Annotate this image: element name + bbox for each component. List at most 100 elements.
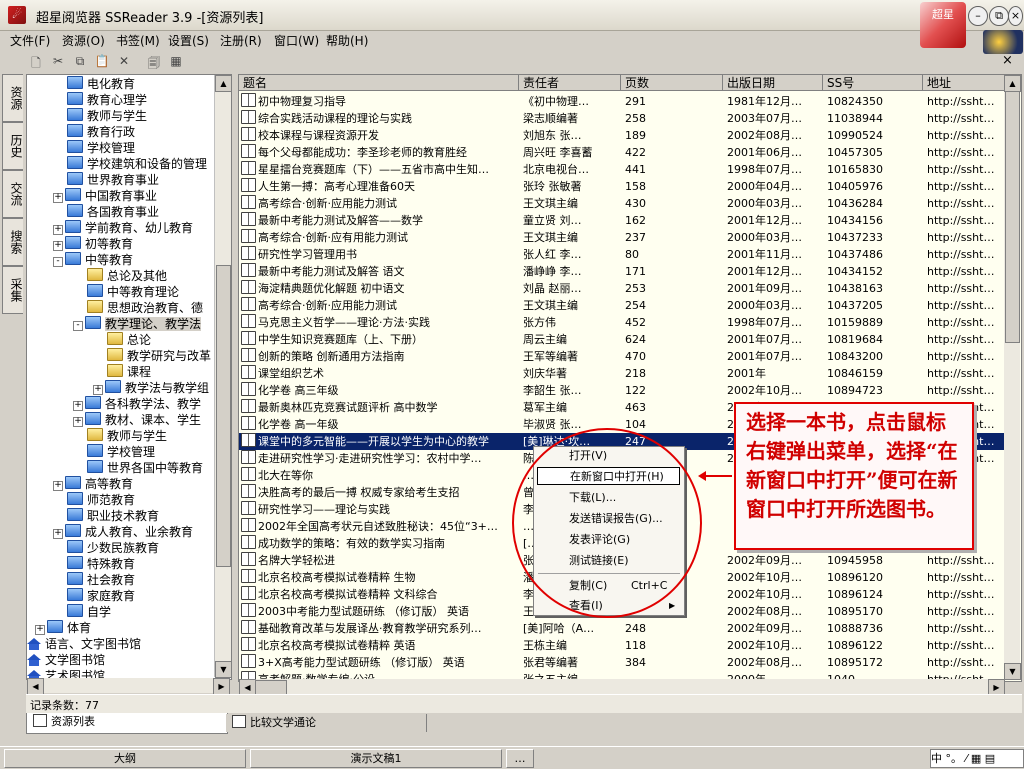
side-tab-resources[interactable]: 资源 [2,74,23,122]
table-row[interactable]: 课堂组织艺术 刘庆华著 218 2001年 10846159 http://ssht… [239,365,1005,382]
tab-resource-list[interactable]: 资源列表 [26,713,228,734]
table-row[interactable]: 人生第一搏：高考心理准备60天 张玲 张敏著 158 2000年04月… 1040597… [239,178,1005,195]
expand-icon[interactable]: + [53,481,63,491]
expand-icon[interactable]: + [53,529,63,539]
tree-item[interactable]: 教师与学生 [87,428,167,444]
collapse-icon[interactable]: - [53,257,63,267]
table-row[interactable]: 综合实践活动课程的理论与实践 梁志顺编著 258 2003年07月… 11038944 h… [239,110,1005,127]
expand-icon[interactable]: + [73,417,83,427]
taskbar-item-outline[interactable]: 大纲 [4,749,246,768]
tree-item[interactable]: + 教材、课本、学生 [73,412,201,428]
table-row[interactable]: 每个父母都能成功：李圣珍老师的教育胜经 周兴旺 李喜蓄 422 2001年06月… 10… [239,144,1005,161]
scroll-down-icon[interactable]: ▼ [215,661,232,678]
cut-icon[interactable]: ✂ [50,54,66,69]
tree-item[interactable]: 电化教育 [67,76,135,92]
tree-item[interactable]: 思想政治教育、德 [87,300,203,316]
tree-item[interactable]: 中等教育理论 [87,284,179,300]
tree-item[interactable]: + 学前教育、幼儿教育 [53,220,193,236]
menu-window[interactable]: 窗口(W) [274,32,319,49]
ctx-open-new-window[interactable]: 在新窗口中打开(H) [537,467,680,485]
tree-scroll-thumb[interactable] [216,265,231,567]
taskbar-item-other[interactable]: … [506,749,534,768]
tree-scrollbar[interactable]: ▲ ▼ [214,75,232,678]
ctx-view[interactable]: 查看(I) ▶ [569,597,677,615]
taskbar-item-presentation[interactable]: 演示文稿1 [250,749,502,768]
side-tab-search[interactable]: 搜索 [2,218,23,266]
scroll-up-icon[interactable]: ▲ [215,75,232,92]
table-row[interactable]: 高考综合·创新·应有用能力测试 王文琪主编 237 2000年03月… 10437233… [239,229,1005,246]
ctx-test-link[interactable]: 测试链接(E) [569,552,629,570]
tree-item[interactable]: - 教学理论、教学法 [73,316,202,332]
tree-item[interactable]: + 成人教育、业余教育 [53,524,193,540]
scroll-right-icon[interactable]: ▶ [213,678,230,695]
expand-icon[interactable]: + [53,241,63,251]
tree-item[interactable]: 家庭教育 [67,588,135,604]
side-tab-collect[interactable]: 采集 [2,266,23,314]
view-icon[interactable]: ▦ [168,54,184,69]
column-header[interactable]: SS号 [823,75,923,91]
tree-item[interactable]: 师范教育 [67,492,135,508]
tree-item[interactable]: + 体育 [35,620,91,636]
restore-button[interactable]: ⧉ [989,6,1009,26]
tree-item[interactable]: 世界各国中等教育 [87,460,203,476]
tree-item[interactable]: 少数民族教育 [67,540,159,556]
tree-item[interactable]: 学校管理 [67,140,135,156]
new-icon[interactable]: 🗋 [28,54,44,70]
table-row[interactable]: 海淀精典题优化解题 初中语文 刘晶 赵丽… 253 2001年09月… 10438163… [239,280,1005,297]
tree-item[interactable]: + 初等教育 [53,236,133,252]
menu-register[interactable]: 注册(R) [220,32,262,49]
tree-item[interactable]: 教育行政 [67,124,135,140]
tree-item[interactable]: - 中等教育 [53,252,133,268]
tree-item[interactable]: 教学研究与改革 [107,348,211,364]
table-row[interactable]: 3+X高考能力型试题研练 （修订版） 英语 张君等编著 384 2002年08月… 10… [239,654,1005,671]
ctx-download[interactable]: 下载(L)... [569,489,616,507]
expand-icon[interactable]: + [53,193,63,203]
table-row[interactable]: 基础教育改革与发展译丛·教育教学研究系列… [美]阿哈（A… 248 2002年09月… [239,620,1005,637]
table-row[interactable]: 高考综合·创新·应用能力测试 王文琪主编 430 2000年03月… 10436284 h… [239,195,1005,212]
tree-item[interactable]: + 各科教学法、教学 [73,396,201,412]
properties-icon[interactable]: 🗐 [146,54,162,70]
expand-icon[interactable]: + [73,401,83,411]
expand-icon[interactable]: + [53,225,63,235]
ctx-open[interactable]: 打开(V) [569,447,607,465]
table-row[interactable]: 马克思主义哲学——理论·方法·实践 张方伟 452 1998年07月… 10159889… [239,314,1005,331]
expand-icon[interactable]: + [35,625,45,635]
tree-item[interactable]: + 高等教育 [53,476,133,492]
table-scrollbar[interactable]: ▲ ▼ [1004,75,1021,680]
ime-indicator[interactable]: 中 °。 ⁄ ▦ ▤ [930,749,1024,768]
ctx-comment[interactable]: 发表评论(G) [569,531,630,549]
tree-item[interactable]: 学校建筑和设备的管理 [67,156,207,172]
tree-item[interactable]: 世界教育事业 [67,172,159,188]
table-hscrollbar[interactable]: ◀ ▶ [239,679,1005,696]
table-row[interactable]: 研究性学习管理用书 张人红 李… 80 2001年11月… 10437486 http:/… [239,246,1005,263]
ctx-copy[interactable]: 复制(C) Ctrl+C [569,577,667,595]
tree-item[interactable]: + 中国教育事业 [53,188,157,204]
menu-help[interactable]: 帮助(H) [326,32,368,49]
table-row[interactable]: 校本课程与课程资源开发 刘旭东 张… 189 2002年08月… 10990524 htt… [239,127,1005,144]
tree-item[interactable]: 总论 [107,332,151,348]
table-row[interactable]: 高考综合·创新·应用能力测试 王文琪主编 254 2000年03月… 10437205 h… [239,297,1005,314]
close-pane-button[interactable]: × [1002,53,1013,68]
delete-icon[interactable]: ✕ [116,54,132,69]
table-row[interactable]: 北京名校高考模拟试卷精粹 英语 王栋主编 118 2002年10月… 10896122 h… [239,637,1005,654]
copy-icon[interactable]: ⧉ [72,54,88,69]
expand-icon[interactable]: + [93,385,103,395]
table-row[interactable]: 星星擂台竞赛题库（下）——五省市高中生知… 北京电视台… 441 1998年07月… 1… [239,161,1005,178]
column-header[interactable]: 地址 [923,75,1005,91]
side-tab-exchange[interactable]: 交流 [2,170,23,218]
scroll-left-icon[interactable]: ◀ [27,678,44,695]
ctx-send-error-report[interactable]: 发送错误报告(G)... [569,510,663,528]
table-hscroll-thumb[interactable] [255,680,287,695]
menu-bookmark[interactable]: 书签(M) [116,32,160,49]
tree-item[interactable]: 特殊教育 [67,556,135,572]
tree-item[interactable]: 职业技术教育 [67,508,159,524]
table-row[interactable]: 创新的策略 创新通用方法指南 王军等编著 470 2001年07月… 10843200 h… [239,348,1005,365]
close-button[interactable]: × [1008,6,1023,26]
column-header[interactable]: 页数 [621,75,723,91]
menu-file[interactable]: 文件(F) [10,32,50,49]
table-row[interactable]: 最新中考能力测试及解答 语文 潘峥峥 李… 171 2001年12月… 10434152… [239,263,1005,280]
side-tab-history[interactable]: 历史 [2,122,23,170]
tree-item[interactable]: 教师与学生 [67,108,147,124]
tree-hscrollbar[interactable]: ◀ ▶ [27,678,230,695]
table-row[interactable]: 最新中考能力测试及解答——数学 童立贤 刘… 162 2001年12月… 1043415… [239,212,1005,229]
